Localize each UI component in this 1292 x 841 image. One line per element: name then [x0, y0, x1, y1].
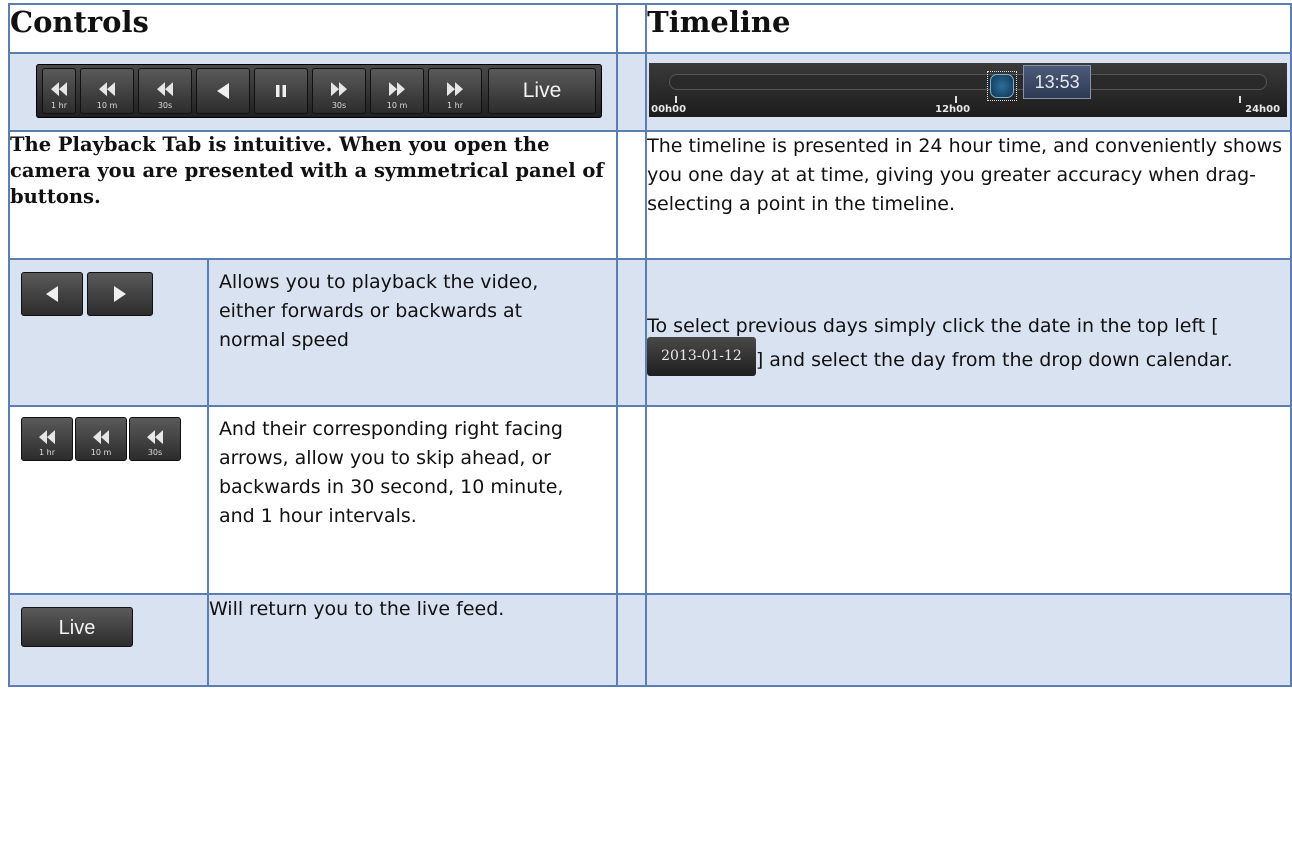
skip-buttons-cell: 1 hr 10 m 30s — [8, 405, 209, 595]
spacer-cell — [616, 52, 648, 132]
timeline-label-mid: 12h00 — [935, 104, 971, 115]
spacer-cell — [616, 258, 648, 407]
timeline-label-end: 24h00 — [1245, 104, 1281, 115]
skip-back-10m-button[interactable]: 10 m — [75, 417, 127, 461]
rewind-30s-button[interactable]: 30s — [138, 68, 192, 114]
live-row: Live Will return you to the live feed. — [8, 593, 1292, 687]
play-buttons-cell — [8, 258, 209, 407]
fast-forward-icon — [331, 82, 347, 97]
rewind-icon — [147, 430, 163, 445]
rewind-icon — [39, 430, 55, 445]
empty-cell — [645, 405, 1292, 595]
playback-controls-bar: 1 hr 10 m 30s 30s 10 m 1 hr Live — [36, 64, 602, 118]
calendar-text-after: ] and select the day from the drop down … — [755, 348, 1233, 371]
toolbar-row: 1 hr 10 m 30s 30s 10 m 1 hr Live 13:53 0… — [7, 52, 1292, 132]
controls-header: Controls — [7, 3, 619, 54]
forward-30s-button[interactable]: 30s — [312, 68, 366, 114]
play-forward-button[interactable] — [87, 272, 153, 316]
fast-forward-icon — [447, 82, 463, 97]
timeline-tick — [955, 96, 958, 103]
button-caption: 1 hr — [39, 448, 55, 457]
live-description: Will return you to the live feed. — [206, 593, 619, 687]
intro-text: The Playback Tab is intuitive. When you … — [7, 130, 619, 260]
spacer-cell — [616, 405, 648, 595]
play-backward-button[interactable] — [21, 272, 83, 316]
calendar-description: To select previous days simply click the… — [645, 258, 1292, 407]
timeline-label-start: 00h00 — [651, 104, 687, 115]
rewind-icon — [157, 82, 173, 97]
pause-button[interactable] — [254, 68, 308, 114]
live-button[interactable]: Live — [488, 68, 596, 114]
forward-10m-button[interactable]: 10 m — [370, 68, 424, 114]
timeline-description: The timeline is presented in 24 hour tim… — [645, 130, 1292, 260]
spacer-cell — [616, 593, 648, 687]
timeline-time-display: 13:53 — [1023, 65, 1092, 99]
play-reverse-button[interactable] — [196, 68, 250, 114]
play-icon — [114, 286, 126, 302]
timeline-bar-cell: 13:53 00h00 12h00 24h00 — [645, 52, 1292, 132]
date-picker-button[interactable]: 2013-01-12 — [647, 336, 756, 376]
button-caption: 30s — [331, 101, 347, 110]
play-row: Allows you to playback the video, either… — [8, 258, 1292, 407]
live-button-cell: Live — [8, 593, 209, 687]
timeline-handle[interactable] — [987, 71, 1018, 101]
rewind-icon — [99, 82, 115, 97]
controls-bar-cell: 1 hr 10 m 30s 30s 10 m 1 hr Live — [7, 52, 619, 132]
skip-row: 1 hr 10 m 30s And their corresponding ri… — [8, 405, 1292, 595]
button-caption: 10 m — [90, 448, 112, 457]
timeline-track[interactable] — [669, 74, 1268, 90]
spacer-cell — [616, 130, 648, 260]
play-reverse-icon — [46, 286, 58, 302]
skip-button-group: 1 hr 10 m 30s — [21, 417, 181, 461]
button-caption: 10 m — [96, 101, 118, 110]
rewind-icon — [51, 82, 67, 97]
rewind-icon — [93, 430, 109, 445]
skip-back-1hr-button[interactable]: 1 hr — [21, 417, 73, 461]
rewind-1hr-button[interactable]: 1 hr — [42, 68, 76, 114]
timeline-tick — [1239, 96, 1242, 103]
play-button-group — [21, 272, 153, 316]
rewind-10m-button[interactable]: 10 m — [80, 68, 134, 114]
timeline-tick — [675, 96, 678, 103]
live-button-example[interactable]: Live — [21, 607, 133, 647]
intro-row: The Playback Tab is intuitive. When you … — [7, 130, 1292, 260]
forward-1hr-button[interactable]: 1 hr — [428, 68, 482, 114]
timeline-bar: 13:53 00h00 12h00 24h00 — [649, 63, 1288, 117]
fast-forward-icon — [389, 82, 405, 97]
play-reverse-icon — [217, 83, 229, 99]
spacer-cell — [616, 3, 648, 54]
button-caption: 10 m — [386, 101, 408, 110]
calendar-text-before: To select previous days simply click the… — [647, 314, 1219, 337]
pause-icon — [276, 85, 286, 97]
timeline-header: Timeline — [645, 3, 1292, 54]
button-caption: 30s — [147, 448, 163, 457]
button-caption: 1 hr — [447, 101, 463, 110]
play-description: Allows you to playback the video, either… — [206, 258, 619, 407]
document-table: Controls Timeline 1 hr 10 m 30s 30s 10 m… — [7, 3, 1292, 687]
button-caption: 1 hr — [51, 101, 67, 110]
skip-description: And their corresponding right facing arr… — [206, 405, 619, 595]
header-row: Controls Timeline — [7, 3, 1292, 54]
empty-cell — [645, 593, 1292, 687]
skip-back-30s-button[interactable]: 30s — [129, 417, 181, 461]
button-caption: 30s — [157, 101, 173, 110]
